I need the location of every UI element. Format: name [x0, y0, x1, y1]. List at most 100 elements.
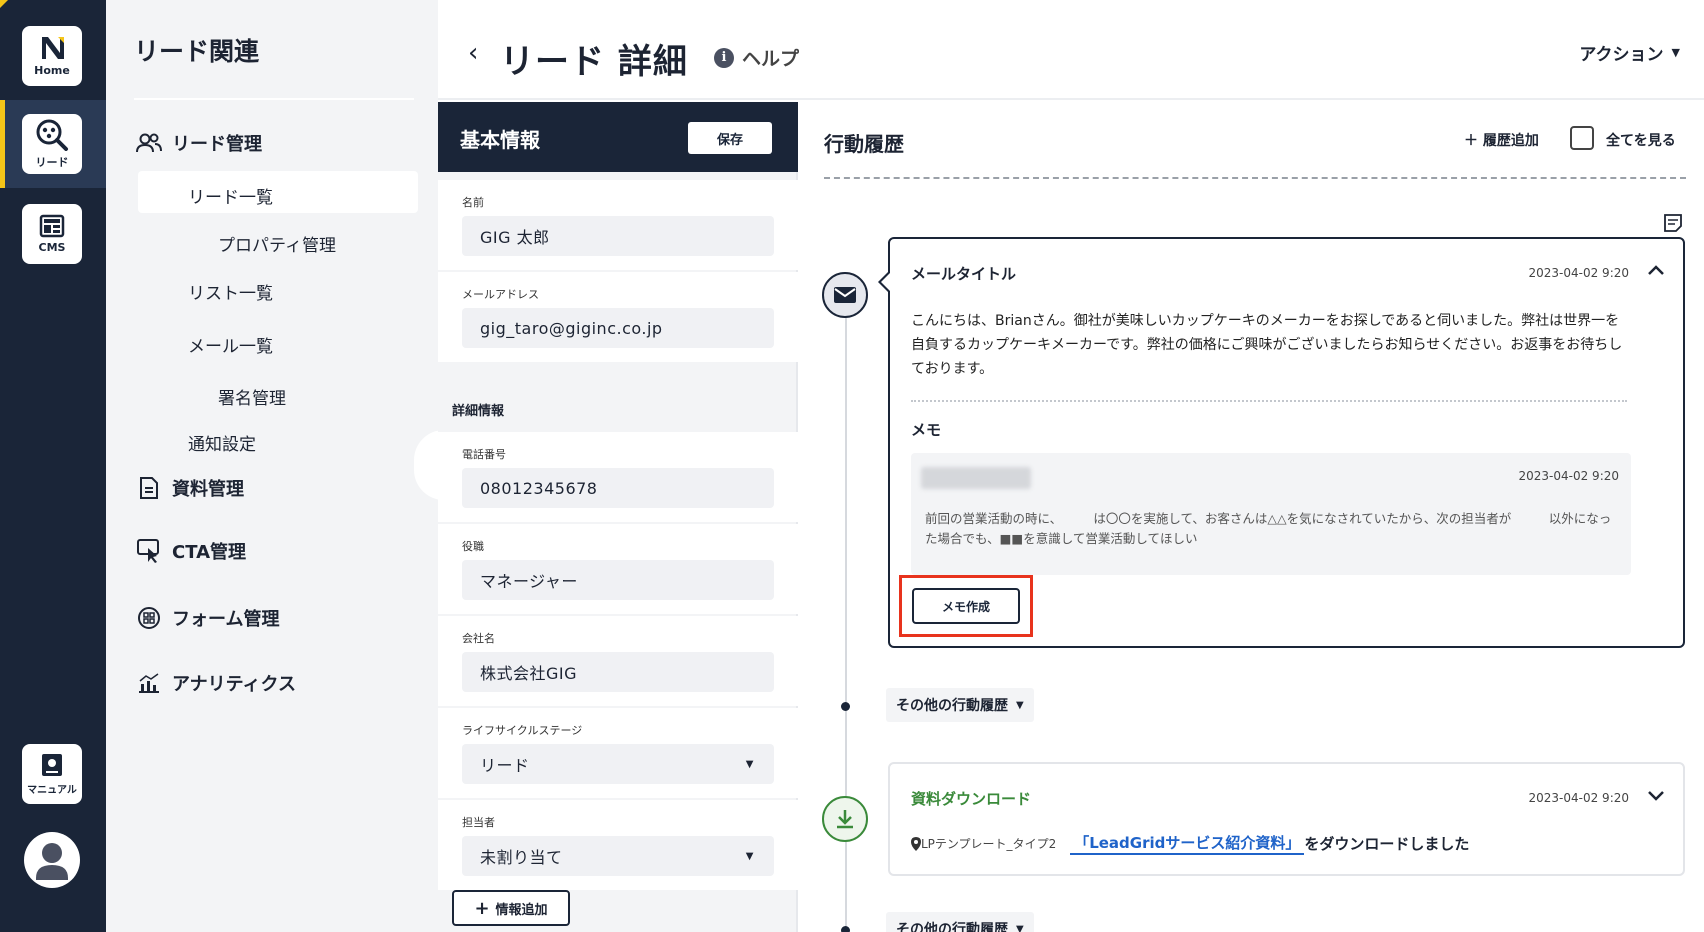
secondary-nav: リード関連 リード管理 リード一覧 プロパティ管理 リスト一覧 メール一覧 署名… [106, 0, 438, 932]
lifecycle-field: ライフサイクルステージ リード ▼ [438, 708, 798, 798]
mail-history-card: メールタイトル 2023-04-02 9:20 こんにちは、Brianさん。御社… [878, 237, 1685, 648]
add-info-button[interactable]: + 情報追加 [452, 890, 570, 926]
nav-document-management[interactable]: 資料管理 [136, 475, 244, 501]
email-label: メールアドレス [462, 288, 539, 301]
action-label: アクション [1579, 45, 1664, 65]
rail-home-label: Home [34, 64, 70, 77]
nav-notification-settings-label: 通知設定 [188, 435, 256, 455]
action-dropdown[interactable]: アクション ▼ [1579, 40, 1680, 65]
brand-corner [0, 0, 8, 8]
location-pin-icon: LPテンプレート_タイプ2 [911, 835, 1056, 852]
nav-lead-list-label: リード一覧 [188, 188, 273, 208]
see-all-checkbox[interactable] [1570, 126, 1594, 150]
download-title: 資料ダウンロード [911, 790, 1032, 808]
company-input[interactable]: 株式会社GIG [462, 652, 774, 692]
lifecycle-value: リード [480, 756, 530, 775]
create-memo-button[interactable]: メモ作成 [912, 588, 1020, 624]
help-link[interactable]: i ヘルプ [714, 44, 799, 71]
rail-cms-button[interactable]: CMS [22, 204, 82, 264]
rail-home-button[interactable]: Home [22, 26, 82, 86]
other-history-label: その他の行動履歴 [896, 922, 1008, 932]
page-header: ‹ リード 詳細 i ヘルプ アクション ▼ [438, 0, 1704, 100]
other-history-toggle[interactable]: その他の行動履歴 ▼ [886, 688, 1034, 722]
nav-list-list-label: リスト一覧 [188, 284, 273, 304]
caret-down-icon: ▼ [1016, 923, 1024, 932]
memo-button-highlight: メモ作成 [899, 575, 1033, 637]
nav-active-highlight [138, 171, 418, 213]
email-input[interactable]: gig_taro@giginc.co.jp [462, 308, 774, 348]
memo-timestamp: 2023-04-02 9:20 [1518, 469, 1620, 483]
nav-list-list[interactable]: リスト一覧 [188, 279, 273, 304]
phone-input[interactable]: 08012345678 [462, 468, 774, 508]
back-icon[interactable]: ‹ [468, 38, 478, 68]
detail-section-title: 詳細情報 [452, 404, 505, 419]
nav-cta-management[interactable]: CTA管理 [136, 538, 246, 564]
role-field: 役職 マネージャー [438, 524, 798, 614]
dropdown-caret-icon: ▼ [745, 759, 754, 770]
history-divider [824, 177, 1686, 179]
nav-mail-list[interactable]: メール一覧 [188, 332, 273, 357]
manual-book-icon [42, 754, 62, 776]
user-icon [36, 843, 68, 880]
role-input[interactable]: マネージャー [462, 560, 774, 600]
role-label: 役職 [462, 540, 484, 553]
lead-search-icon [36, 119, 68, 151]
rail-lead-button[interactable]: リード [22, 114, 82, 174]
document-link[interactable]: 「LeadGridサービス紹介資料」 [1070, 832, 1305, 855]
info-icon: i [714, 47, 734, 68]
basic-info-panel: 基本情報 保存 名前 GIG 太郎 メールアドレス gig_taro@gigin… [438, 102, 798, 932]
owner-value: 未割り当て [480, 848, 563, 867]
mail-body: こんにちは、Brianさん。御社が美味しいカップケーキのメーカーをお探しであると… [911, 313, 1623, 377]
name-field: 名前 GIG 太郎 [438, 180, 798, 270]
basic-info-title: 基本情報 [460, 128, 540, 152]
form-grid-icon [136, 605, 162, 631]
nav-signature-management[interactable]: 署名管理 [218, 384, 286, 409]
phone-label: 電話番号 [462, 448, 506, 461]
add-history-button[interactable]: ＋ 履歴追加 [1464, 130, 1539, 150]
note-icon[interactable] [1662, 212, 1684, 238]
chevron-up-icon[interactable] [1647, 261, 1665, 280]
mail-icon [822, 272, 868, 318]
help-label: ヘルプ [742, 48, 800, 70]
document-icon [136, 475, 162, 501]
nav-analytics-label: アナリティクス [172, 674, 297, 695]
nav-form-management[interactable]: フォーム管理 [136, 605, 279, 631]
download-message: をダウンロードしました [1304, 835, 1470, 853]
mail-title: メールタイトル [911, 265, 1017, 283]
rail-manual-button[interactable]: マニュアル [22, 744, 82, 804]
add-info-label: 情報追加 [495, 902, 548, 918]
caret-down-icon: ▼ [1671, 46, 1680, 59]
company-label: 会社名 [462, 632, 495, 645]
nav-notification-settings[interactable]: 通知設定 [188, 430, 256, 455]
chevron-down-icon[interactable] [1647, 786, 1665, 805]
rail-manual-label: マニュアル [27, 785, 77, 796]
memo-author-redacted [921, 467, 1031, 489]
history-title: 行動履歴 [824, 132, 904, 156]
name-label: 名前 [462, 196, 484, 209]
email-field: メールアドレス gig_taro@giginc.co.jp [438, 272, 798, 362]
nav-lead-list[interactable]: リード一覧 [188, 183, 273, 208]
download-detail: LPテンプレート_タイプ2 「LeadGridサービス紹介資料」 をダウンロード… [911, 832, 1469, 855]
user-avatar[interactable] [24, 832, 80, 888]
phone-field: 電話番号 08012345678 [438, 432, 798, 522]
other-history-label: その他の行動履歴 [896, 698, 1008, 714]
nav-analytics[interactable]: アナリティクス [136, 670, 296, 696]
company-field: 会社名 株式会社GIG [438, 616, 798, 706]
download-history-card: 資料ダウンロード 2023-04-02 9:20 LPテンプレート_タイプ2 「… [888, 762, 1685, 876]
nav-lead-management[interactable]: リード管理 [136, 130, 262, 156]
see-all-label: 全てを見る [1606, 133, 1676, 149]
plus-icon: + [474, 897, 490, 919]
lifecycle-select[interactable]: リード ▼ [462, 744, 774, 784]
download-timestamp: 2023-04-02 9:20 [1528, 791, 1630, 805]
timeline-dot [841, 702, 850, 711]
memo-text: 前回の営業活動の時に、 は〇〇を実施して、お客さんは△△を気になされていたから、… [925, 511, 1612, 546]
page-title: リード 詳細 [500, 42, 688, 82]
owner-select[interactable]: 未割り当て ▼ [462, 836, 774, 876]
mail-timestamp: 2023-04-02 9:20 [1528, 266, 1630, 280]
name-input[interactable]: GIG 太郎 [462, 216, 774, 256]
memo-label: メモ [911, 421, 942, 439]
other-history-toggle[interactable]: その他の行動履歴 ▼ [886, 912, 1034, 932]
save-button[interactable]: 保存 [688, 122, 772, 154]
nav-property-management[interactable]: プロパティ管理 [218, 231, 336, 256]
cta-click-icon [136, 538, 162, 564]
